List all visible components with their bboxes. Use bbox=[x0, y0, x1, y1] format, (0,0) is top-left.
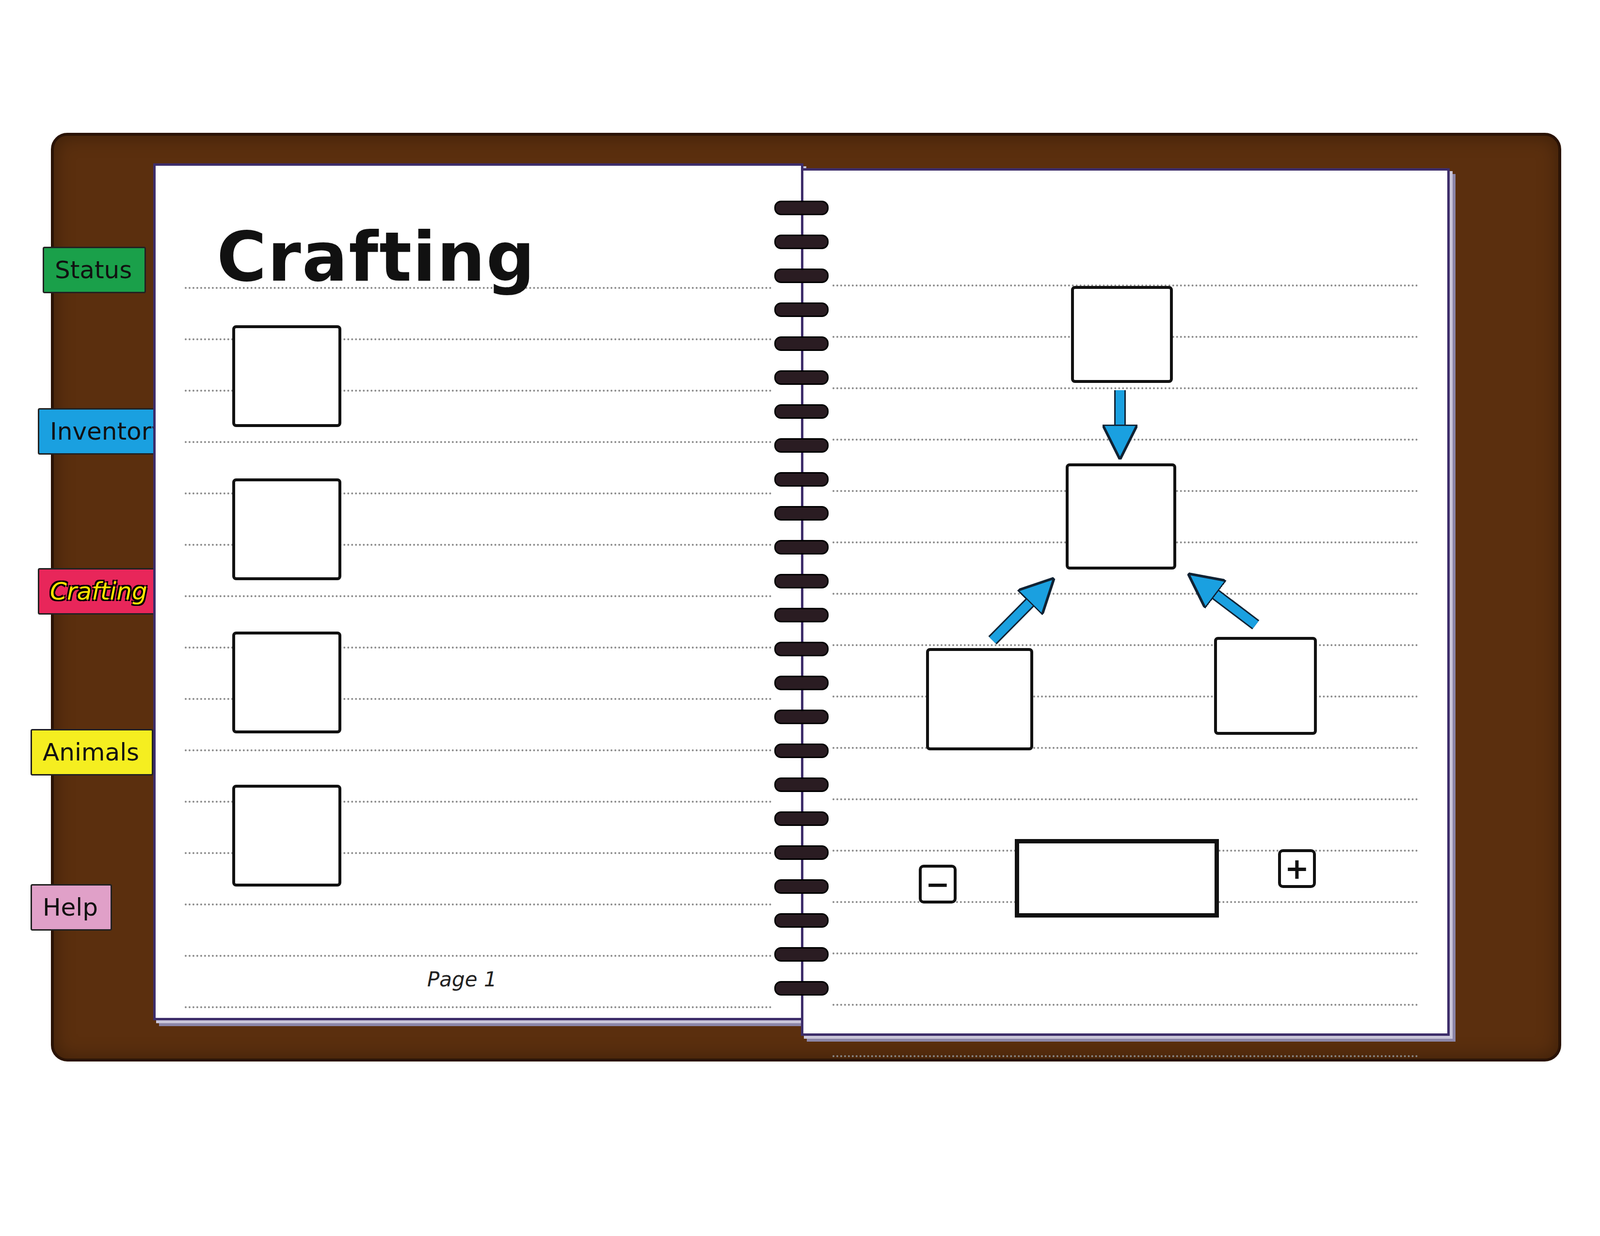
recipe-slot[interactable] bbox=[232, 325, 342, 428]
ruled-line bbox=[184, 1006, 772, 1009]
spiral-ring bbox=[774, 234, 829, 250]
spiral-ring bbox=[774, 947, 829, 962]
spiral-ring bbox=[774, 709, 829, 725]
ruled-line bbox=[832, 387, 1419, 390]
spiral-ring bbox=[774, 268, 829, 284]
spiral-ring bbox=[774, 981, 829, 996]
spiral-ring bbox=[774, 811, 829, 827]
tab[interactable]: Status bbox=[42, 246, 146, 294]
spiral-ring bbox=[774, 472, 829, 487]
ruled-line bbox=[184, 955, 772, 958]
ruled-line bbox=[832, 952, 1419, 955]
tab-label: Status bbox=[54, 256, 132, 285]
page-number: Page 1 bbox=[427, 967, 497, 992]
ruled-line bbox=[184, 749, 772, 752]
spiral-ring bbox=[774, 879, 829, 895]
ruled-line bbox=[184, 595, 772, 598]
ruled-line bbox=[832, 644, 1419, 647]
ruled-line bbox=[832, 747, 1419, 750]
recipe-slot[interactable] bbox=[232, 631, 342, 734]
result-slot[interactable] bbox=[1071, 286, 1173, 384]
recipe-list bbox=[216, 325, 801, 887]
increase-button[interactable]: + bbox=[1278, 849, 1316, 889]
quantity-field[interactable] bbox=[1014, 839, 1219, 918]
tab[interactable]: Help bbox=[30, 884, 112, 931]
ingredient-slot[interactable] bbox=[1214, 637, 1317, 736]
spiral-ring bbox=[774, 336, 829, 352]
ruled-line bbox=[832, 1004, 1419, 1007]
ruled-line bbox=[832, 592, 1419, 595]
left-page: Crafting Page 1 bbox=[153, 163, 804, 1021]
tab-label: Animals bbox=[42, 738, 140, 767]
spiral-ring bbox=[774, 675, 829, 691]
tab[interactable]: Animals bbox=[30, 729, 154, 776]
ruled-line bbox=[832, 438, 1419, 441]
spiral-binding bbox=[774, 200, 829, 996]
ingredient-slot[interactable] bbox=[926, 648, 1034, 751]
tab-label: Inventory bbox=[49, 417, 166, 446]
ruled-line bbox=[184, 441, 772, 444]
spiral-ring bbox=[774, 913, 829, 928]
ruled-line bbox=[832, 695, 1419, 698]
spiral-ring bbox=[774, 641, 829, 657]
craft-slot[interactable] bbox=[1065, 463, 1177, 570]
spiral-ring bbox=[774, 777, 829, 793]
spiral-ring bbox=[774, 574, 829, 589]
tab-label: Help bbox=[42, 893, 98, 922]
spiral-ring bbox=[774, 608, 829, 623]
ruled-line bbox=[832, 798, 1419, 801]
tab-label: Crafting bbox=[49, 577, 148, 606]
spiral-ring bbox=[774, 370, 829, 385]
spiral-ring bbox=[774, 438, 829, 453]
spiral-ring bbox=[774, 506, 829, 521]
ruled-line bbox=[184, 903, 772, 906]
decrease-button[interactable]: − bbox=[918, 864, 957, 904]
spiral-ring bbox=[774, 200, 829, 216]
spiral-ring bbox=[774, 845, 829, 861]
spiral-ring bbox=[774, 540, 829, 555]
page-title: Crafting bbox=[216, 218, 801, 297]
crafting-journal: StatusInventoryCraftingAnimalsHelp Craft… bbox=[50, 132, 1562, 1062]
recipe-slot[interactable] bbox=[232, 478, 342, 581]
spiral-ring bbox=[774, 743, 829, 759]
spiral-ring bbox=[774, 302, 829, 318]
tab[interactable]: Crafting bbox=[37, 568, 162, 615]
spiral-ring bbox=[774, 404, 829, 419]
recipe-slot[interactable] bbox=[232, 784, 342, 887]
right-page: −+ bbox=[800, 168, 1450, 1037]
ruled-line bbox=[832, 1055, 1419, 1058]
